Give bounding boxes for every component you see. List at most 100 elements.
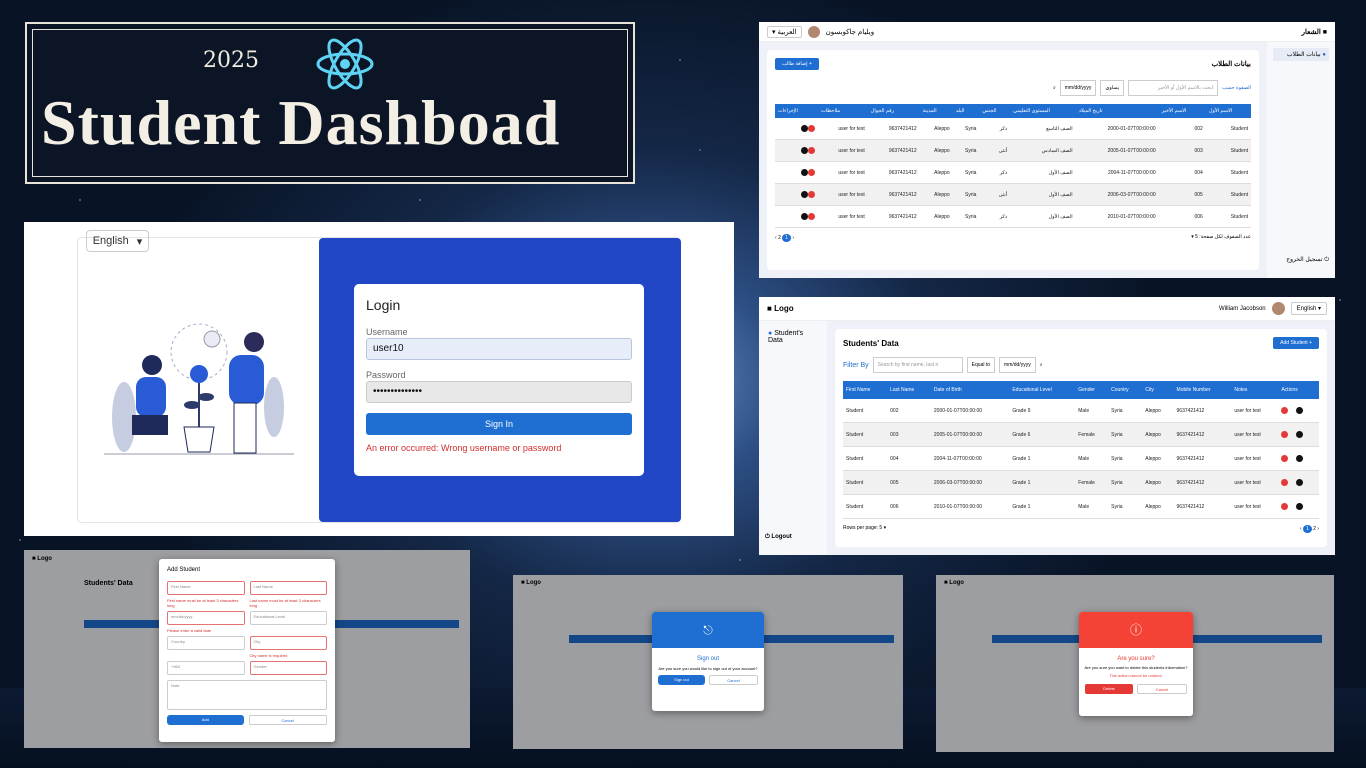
table-cell: 9637421412 — [867, 205, 920, 228]
edit-icon[interactable] — [1296, 455, 1304, 462]
delete-icon[interactable] — [1281, 479, 1289, 486]
note-textarea[interactable]: Note — [167, 680, 327, 710]
delete-icon[interactable] — [1281, 455, 1289, 462]
delete-icon[interactable] — [808, 125, 816, 132]
avatar[interactable] — [807, 25, 820, 38]
ar-brand: ■ الشعار — [1301, 28, 1327, 36]
logout-icon: ⎋ — [652, 612, 764, 648]
edit-icon[interactable] — [801, 125, 809, 132]
edit-icon[interactable] — [1296, 503, 1304, 510]
en-page-1[interactable]: 1 — [1302, 525, 1312, 533]
delete-icon[interactable] — [808, 169, 816, 176]
dob-input[interactable]: mm/dd/yyyy — [167, 611, 245, 625]
column-header: المدينة — [919, 104, 953, 118]
column-header: رقم الجوال — [867, 104, 920, 118]
ar-content: بيانات الطلاب + إضافة طالب الصفوة حسب اب… — [759, 42, 1267, 278]
table-cell: الصف السادس — [1010, 139, 1076, 162]
delete-icon[interactable] — [1281, 503, 1289, 510]
username-input[interactable]: user10 — [366, 338, 632, 360]
cancel-sign-out-button[interactable]: Cancel — [709, 675, 758, 685]
edit-icon[interactable] — [1296, 479, 1304, 486]
confirm-sign-out-button[interactable]: Sign out — [658, 675, 705, 685]
password-input[interactable]: •••••••••••••• — [366, 381, 632, 403]
table-cell: Syria — [1108, 422, 1143, 447]
en-sidebar-item-students[interactable]: ● Student's Data — [765, 327, 821, 347]
table-cell: الصف التاسع — [1010, 118, 1076, 140]
avatar[interactable] — [1271, 302, 1285, 315]
delete-icon[interactable] — [1281, 431, 1289, 438]
en-user-name: William Jacobson — [1218, 305, 1266, 312]
en-logout[interactable]: ⏻ Logout — [765, 534, 792, 541]
ar-topbar: ■ الشعار ويليام جاكوبسون العربية ▾ — [759, 22, 1335, 42]
edu-level-select[interactable]: Educational Level — [249, 611, 327, 625]
ar-language-select[interactable]: العربية ▾ — [767, 25, 802, 38]
en-add-button[interactable]: Add Student + — [1273, 337, 1319, 349]
sign-in-button[interactable]: Sign In — [366, 413, 632, 435]
edit-icon[interactable] — [801, 147, 809, 154]
delete-icon[interactable] — [1281, 407, 1289, 414]
row-actions — [775, 161, 819, 184]
search-icon[interactable]: ⌕ — [1040, 362, 1043, 368]
search-icon[interactable]: ⌕ — [1053, 85, 1056, 91]
column-header: Educational Level — [1009, 381, 1076, 399]
ar-page-2[interactable]: 2 — [778, 235, 781, 241]
confirm-delete-button[interactable]: Delete — [1085, 684, 1133, 694]
table-cell: ذكر — [979, 161, 1011, 184]
table-cell: 005 — [887, 470, 931, 495]
gender-select[interactable]: Gender — [249, 661, 327, 675]
edit-icon[interactable] — [801, 191, 809, 198]
username-label: Username — [366, 327, 408, 337]
ar-date-input[interactable]: mm/dd/yyyy — [1059, 80, 1097, 96]
power-icon: ⏻ — [765, 534, 770, 540]
ar-sidebar-label: بيانات الطلاب — [1286, 52, 1321, 58]
table-cell: الصف الأول — [1010, 205, 1076, 228]
en-language-select[interactable]: English ▾ — [1290, 302, 1327, 315]
table-cell: Syria — [1108, 494, 1143, 519]
cancel-button[interactable]: Cancel — [248, 715, 327, 725]
column-header: Mobile Number — [1173, 381, 1232, 399]
row-actions — [1278, 446, 1319, 471]
ar-page-1[interactable]: 1 — [782, 234, 792, 242]
ar-equal-select[interactable]: يساوي — [1100, 80, 1125, 96]
table-cell: 9637421412 — [867, 183, 920, 206]
table-cell: أنثى — [979, 183, 1011, 206]
language-select[interactable]: English ▾ — [86, 230, 149, 252]
en-date-input[interactable]: mm/dd/yyyy — [999, 357, 1036, 373]
last-name-input[interactable]: Last Name — [249, 581, 327, 595]
en-heading: Students' Data — [843, 338, 899, 348]
add-button[interactable]: Add — [167, 715, 244, 725]
ar-sidebar-item-students[interactable]: ● بيانات الطلاب — [1273, 48, 1329, 61]
en-search-input[interactable]: Search by first name, last n — [872, 357, 963, 373]
ar-add-button[interactable]: + إضافة طالب — [775, 58, 819, 70]
table-cell: user for test — [1231, 470, 1279, 495]
delete-icon[interactable] — [808, 213, 816, 220]
first-name-input[interactable]: First Name — [167, 581, 245, 595]
table-cell: Grade 1 — [1009, 494, 1076, 519]
en-students-table: First Name Last Name Date of Birth Educatio… — [843, 381, 1319, 519]
ar-rpp-select[interactable]: 5 — [1195, 234, 1198, 240]
en-equal-select[interactable]: Equal to — [966, 357, 996, 373]
en-topbar: ■ Logo William Jacobson English ▾ — [759, 297, 1335, 321]
en-rpp-select[interactable]: 5 — [879, 525, 882, 531]
login-screen: English ▾ Login Username user10 Password … — [24, 222, 734, 536]
en-content: Students' Data Add Student + Filter By S… — [827, 321, 1335, 555]
en-page-2[interactable]: 2 — [1313, 526, 1316, 532]
en-card-header: Students' Data Add Student + — [843, 337, 1319, 349]
delete-icon[interactable] — [808, 191, 816, 198]
ar-search-input[interactable]: ابحث بالاسم الأول أو الأخير — [1128, 80, 1219, 96]
column-header: Notes — [1231, 381, 1279, 399]
ar-logout[interactable]: ⏻ تسجيل الخروج — [1286, 256, 1329, 264]
en-filter-bar: Filter By Search by first name, last n E… — [843, 357, 1319, 373]
row-actions — [1278, 470, 1319, 495]
city-input[interactable]: City — [249, 636, 327, 650]
table-cell: 2004-11-07T00:00:00 — [1075, 161, 1159, 184]
delete-icon[interactable] — [808, 147, 816, 154]
edit-icon[interactable] — [1296, 407, 1304, 414]
phone-input[interactable]: +963 — [167, 661, 245, 675]
table-cell: Grade 9 — [1009, 399, 1076, 423]
edit-icon[interactable] — [801, 213, 809, 220]
country-select[interactable]: Country — [167, 636, 245, 650]
cancel-delete-button[interactable]: Cancel — [1137, 684, 1187, 694]
edit-icon[interactable] — [1296, 431, 1304, 438]
edit-icon[interactable] — [801, 169, 809, 176]
